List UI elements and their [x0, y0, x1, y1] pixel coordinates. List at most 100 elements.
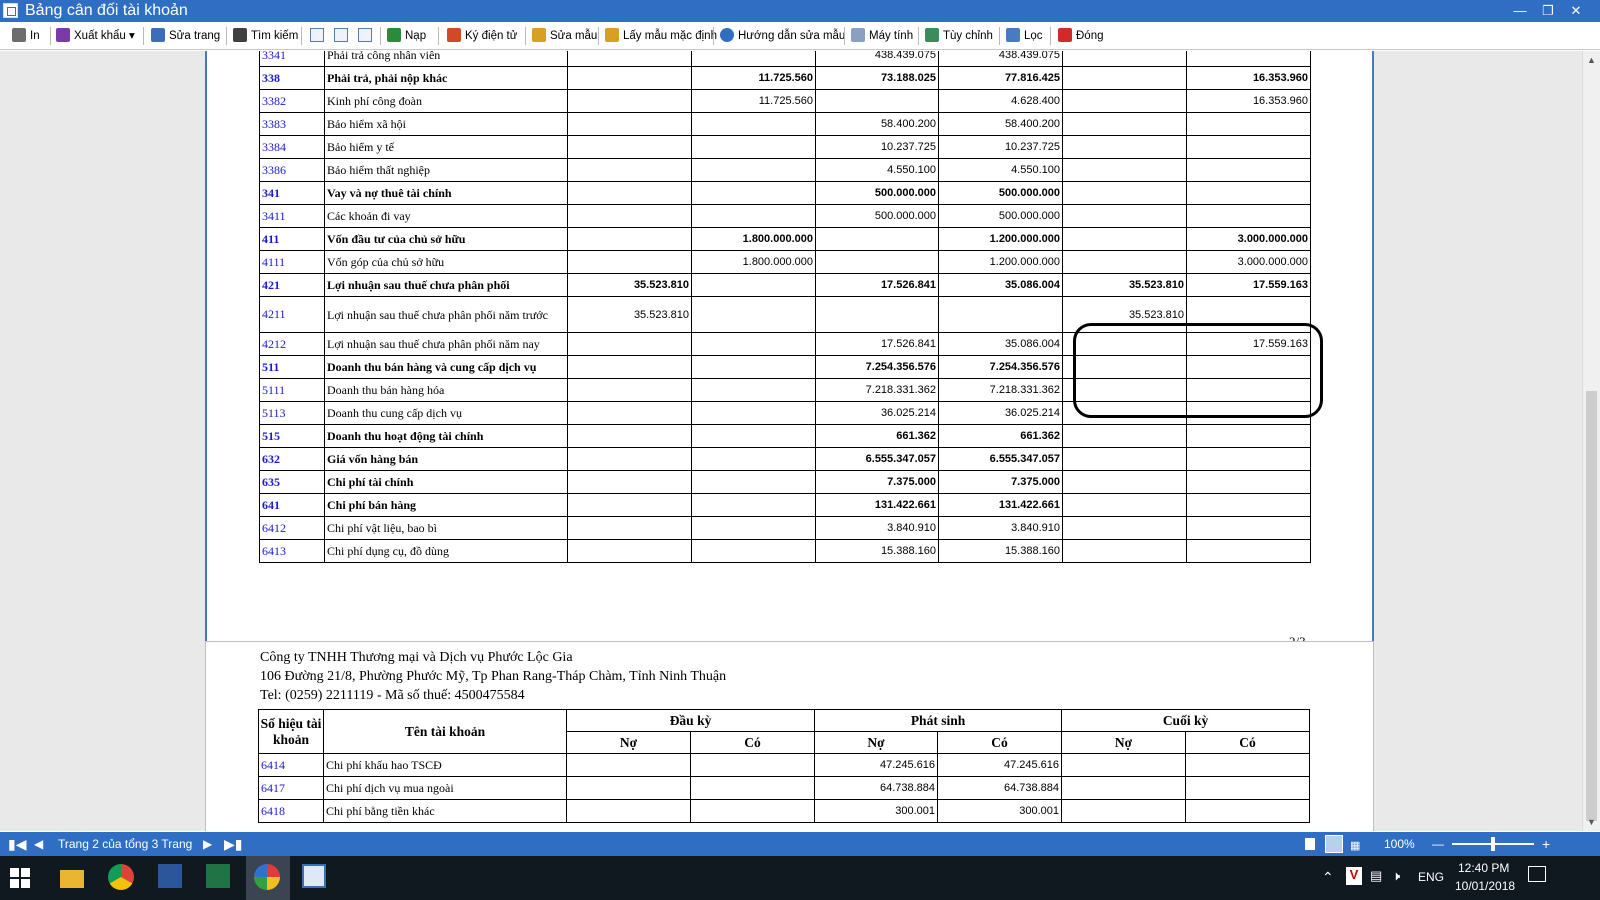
report-viewer[interactable]: 3341 Phải trả công nhân viên 438.439.075 43… — [0, 51, 1582, 831]
next-page-icon[interactable]: ▶ — [203, 836, 212, 852]
previous-page-icon[interactable]: ◀ — [34, 836, 43, 852]
close-button[interactable]: Đóng — [1058, 26, 1104, 46]
scroll-up-icon[interactable]: ▲ — [1587, 55, 1596, 65]
account-name: Phải trả công nhân viên — [324, 51, 568, 67]
load-icon — [387, 28, 401, 42]
account-code-link[interactable]: 338 — [259, 66, 325, 90]
account-code-link[interactable]: 641 — [259, 493, 325, 517]
account-code-link[interactable]: 3382 — [259, 89, 325, 113]
period-credit-cell: 10.237.725 — [938, 135, 1063, 159]
opening-debit-cell — [567, 51, 692, 67]
account-name: Bảo hiểm thất nghiệp — [324, 158, 568, 182]
customize-button[interactable]: Tùy chỉnh — [925, 26, 993, 46]
clock-time[interactable]: 12:40 PM — [1458, 861, 1509, 875]
period-debit-cell: 7.218.331.362 — [815, 378, 939, 402]
close-window-icon[interactable]: ✕ — [1566, 2, 1586, 20]
word-icon[interactable] — [158, 864, 182, 888]
account-code-link[interactable]: 3411 — [259, 204, 325, 228]
antivirus-icon[interactable]: V — [1346, 867, 1362, 885]
chrome-icon[interactable] — [108, 864, 134, 890]
account-code-link[interactable]: 341 — [259, 181, 325, 205]
zoom-out-icon[interactable]: — — [1432, 836, 1444, 852]
show-hidden-icons-icon[interactable]: ⌃ — [1322, 869, 1334, 886]
opening-credit-cell — [691, 378, 816, 402]
account-code-link[interactable]: 635 — [259, 470, 325, 494]
account-code-link[interactable]: 4211 — [259, 296, 325, 333]
account-code-link[interactable]: 411 — [259, 227, 325, 251]
zoom-slider-thumb[interactable] — [1491, 837, 1495, 851]
single-page-mode-icon[interactable] — [1305, 838, 1315, 850]
opening-debit-cell — [567, 516, 692, 540]
template-help-button[interactable]: Hướng dẫn sửa mẫu — [720, 26, 845, 46]
account-code-link[interactable]: 6417 — [258, 776, 324, 800]
minimize-icon[interactable]: — — [1510, 2, 1530, 20]
account-code-link[interactable]: 632 — [259, 447, 325, 471]
account-name: Doanh thu cung cấp dịch vụ — [324, 401, 568, 425]
zoom-slider[interactable] — [1452, 837, 1534, 851]
search-button[interactable]: Tìm kiếm — [233, 26, 298, 46]
restore-icon[interactable]: ❐ — [1538, 2, 1558, 20]
account-code-link[interactable]: 4212 — [259, 332, 325, 356]
scrollbar-thumb[interactable] — [1586, 391, 1597, 821]
single-page-view-icon[interactable] — [310, 28, 324, 42]
clock-date[interactable]: 10/01/2018 — [1455, 879, 1515, 893]
filter-button[interactable]: Lọc — [1006, 26, 1043, 46]
default-template-button[interactable]: Lấy mẫu mặc định — [605, 26, 717, 46]
account-name: Chi phí dịch vụ mua ngoài — [323, 776, 567, 800]
account-code-link[interactable]: 5113 — [259, 401, 325, 425]
network-icon[interactable]: ▤ — [1370, 868, 1382, 884]
print-button[interactable]: In — [12, 26, 40, 46]
edit-page-button[interactable]: Sửa trang — [151, 26, 220, 46]
account-code-link[interactable]: 6413 — [259, 539, 325, 563]
two-page-mode-icon[interactable] — [1325, 835, 1343, 853]
file-explorer-icon[interactable] — [60, 870, 84, 888]
printer-icon — [12, 28, 26, 42]
account-code-link[interactable]: 3386 — [259, 158, 325, 182]
zoom-in-icon[interactable]: + — [1542, 836, 1550, 852]
opening-credit-cell — [691, 273, 816, 297]
header-period: Phát sinh — [814, 709, 1063, 732]
full-page-view-icon[interactable] — [358, 28, 372, 42]
account-name: Vay và nợ thuê tài chính — [324, 181, 568, 205]
last-page-icon[interactable]: ▶▮ — [224, 836, 242, 852]
load-button[interactable]: Nạp — [387, 26, 426, 46]
spreadsheet-app-icon[interactable] — [302, 864, 326, 888]
excel-icon[interactable] — [206, 864, 230, 888]
header-opening-debit: Nợ — [566, 731, 691, 754]
first-page-icon[interactable]: ▮◀ — [8, 836, 26, 852]
account-code-link[interactable]: 6412 — [259, 516, 325, 540]
account-code-link[interactable]: 3341 — [259, 51, 325, 67]
account-code-link[interactable]: 421 — [259, 273, 325, 297]
accounting-app-icon[interactable] — [254, 864, 280, 890]
account-name: Bảo hiểm xã hội — [324, 112, 568, 136]
multi-page-mode-icon[interactable]: ▦ — [1350, 838, 1360, 854]
vertical-scrollbar[interactable]: ▲ ▼ — [1582, 51, 1600, 831]
table-row: 411 Vốn đầu tư của chủ sở hữu 1.800.000.00… — [259, 227, 1311, 251]
opening-credit-cell — [689, 776, 816, 800]
page-width-view-icon[interactable] — [334, 28, 348, 42]
closing-debit-cell — [1062, 424, 1187, 448]
volume-icon[interactable]: 🕨 — [1392, 868, 1400, 884]
opening-debit-cell — [567, 424, 692, 448]
account-code-link[interactable]: 3384 — [259, 135, 325, 159]
account-code-link[interactable]: 4111 — [259, 250, 325, 274]
export-button[interactable]: Xuất khẩu ▾ — [56, 26, 135, 46]
e-sign-button[interactable]: Ký điện tử — [447, 26, 517, 46]
calculator-button[interactable]: Máy tính — [851, 26, 913, 46]
edit-template-button[interactable]: Sửa mẫu — [532, 26, 597, 46]
language-indicator[interactable]: ENG — [1418, 870, 1444, 884]
scroll-down-icon[interactable]: ▼ — [1587, 817, 1596, 827]
windows-start-icon[interactable] — [10, 868, 30, 888]
period-credit-cell: 36.025.214 — [938, 401, 1063, 425]
account-code-link[interactable]: 515 — [259, 424, 325, 448]
account-code-link[interactable]: 5111 — [259, 378, 325, 402]
account-code-link[interactable]: 3383 — [259, 112, 325, 136]
period-credit-cell: 1.200.000.000 — [938, 250, 1063, 274]
closing-debit-cell — [1061, 753, 1187, 777]
notifications-icon[interactable] — [1528, 866, 1546, 882]
account-code-link[interactable]: 511 — [259, 355, 325, 379]
closing-credit-cell: 17.559.163 — [1186, 273, 1311, 297]
account-code-link[interactable]: 6414 — [258, 753, 324, 777]
account-code-link[interactable]: 6418 — [258, 799, 324, 823]
closing-credit-cell — [1186, 424, 1311, 448]
